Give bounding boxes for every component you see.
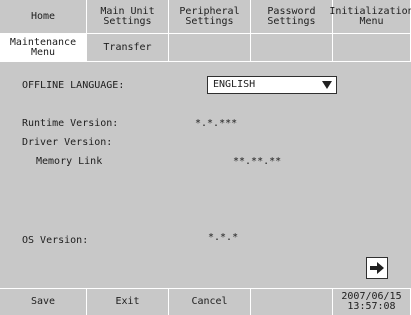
os-version-label: OS Version:: [22, 235, 89, 246]
tab-maintenance-menu[interactable]: Maintenance Menu: [0, 34, 87, 62]
save-button[interactable]: Save: [0, 288, 87, 315]
exit-button[interactable]: Exit: [87, 288, 169, 315]
tab-initialization-menu[interactable]: Initialization Menu: [329, 0, 411, 34]
memory-link-label: Memory Link: [36, 156, 103, 167]
maintenance-screen: Home Main Unit Settings Peripheral Setti…: [0, 0, 411, 315]
settings-panel: [1, 63, 410, 285]
tab-empty-1: [169, 34, 251, 62]
driver-version-label: Driver Version:: [22, 137, 113, 148]
tab-empty-3: [333, 34, 411, 62]
tab-transfer[interactable]: Transfer: [87, 34, 169, 62]
tab-main-unit-settings[interactable]: Main Unit Settings: [87, 0, 169, 34]
offline-language-select[interactable]: ENGLISH: [207, 76, 337, 94]
runtime-version-label: Runtime Version:: [22, 118, 119, 129]
runtime-version-value: *.*.***: [195, 118, 238, 129]
datetime-display: 2007/06/15 13:57:08: [333, 288, 411, 315]
offline-language-value: ENGLISH: [213, 79, 256, 90]
cancel-button[interactable]: Cancel: [169, 288, 251, 315]
next-button[interactable]: [366, 257, 388, 279]
tab-empty-2: [251, 34, 333, 62]
memory-link-value: **.**.**: [233, 156, 282, 167]
footer-empty: [251, 288, 333, 315]
triangle-down-icon[interactable]: [318, 77, 336, 93]
arrow-right-icon: [370, 262, 384, 274]
offline-language-label: OFFLINE LANGUAGE:: [22, 80, 125, 91]
tab-password-settings[interactable]: Password Settings: [251, 0, 333, 34]
tab-home[interactable]: Home: [0, 0, 87, 34]
os-version-value: *.*.*: [208, 232, 239, 243]
tab-peripheral-settings[interactable]: Peripheral Settings: [169, 0, 251, 34]
